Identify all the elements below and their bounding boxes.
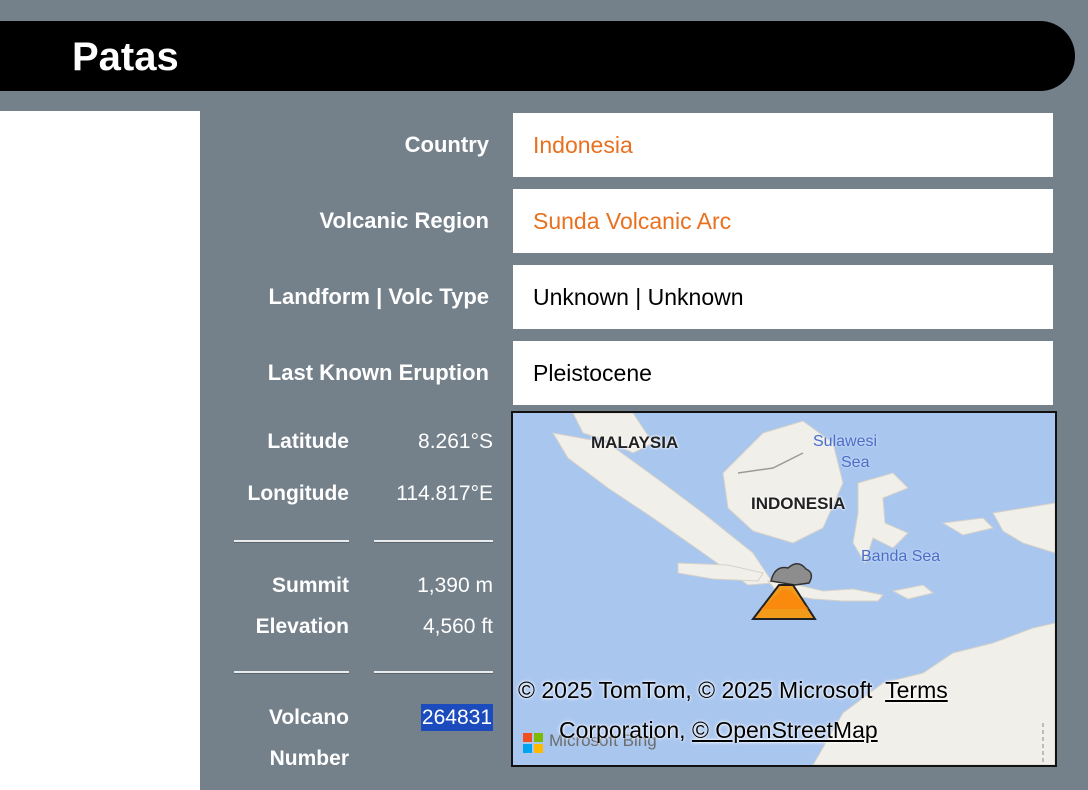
terms-link[interactable]: Terms bbox=[885, 677, 948, 703]
microsoft-logo-icon bbox=[523, 733, 543, 753]
volcano-label: Volcano bbox=[268, 706, 349, 729]
map-label-sulawesi-sea-2: Sea bbox=[841, 454, 870, 471]
map-credit-text: © 2025 TomTom, © 2025 Microsoft bbox=[518, 677, 873, 703]
landform-label: Landform | Volc Type bbox=[268, 284, 489, 309]
divider bbox=[234, 671, 349, 673]
volcano-number-value[interactable]: 264831 bbox=[363, 704, 493, 731]
page-title: Patas bbox=[72, 35, 179, 79]
openstreetmap-link[interactable]: © OpenStreetMap bbox=[692, 717, 878, 743]
title-bar: Patas bbox=[0, 21, 1075, 91]
map-label-sulawesi-sea: Sulawesi bbox=[813, 433, 878, 450]
map-label-malaysia: MALAYSIA bbox=[591, 433, 679, 452]
divider bbox=[374, 671, 493, 673]
country-label: Country bbox=[404, 132, 489, 157]
map-label-banda-sea: Banda Sea bbox=[861, 548, 941, 565]
elevation-label: Elevation bbox=[255, 615, 349, 638]
volcanic-region-label: Volcanic Region bbox=[319, 208, 489, 233]
longitude-label: Longitude bbox=[247, 482, 349, 505]
divider bbox=[234, 540, 349, 542]
latitude-label: Latitude bbox=[267, 430, 349, 453]
map-label-indonesia: INDONESIA bbox=[751, 494, 846, 513]
divider bbox=[374, 540, 493, 542]
country-value-link[interactable]: Indonesia bbox=[513, 113, 1053, 177]
landform-value: Unknown | Unknown bbox=[513, 265, 1053, 329]
volcano-location-map[interactable]: MALAYSIA INDONESIA Sulawesi Sea Banda Se… bbox=[511, 411, 1057, 767]
elevation-meters: 1,390 m bbox=[417, 574, 493, 597]
number-label: Number bbox=[269, 747, 349, 770]
last-eruption-value: Pleistocene bbox=[513, 341, 1053, 405]
volcano-number-selected-text[interactable]: 264831 bbox=[420, 704, 493, 731]
latitude-value: 8.261°S bbox=[418, 430, 493, 453]
left-panel bbox=[0, 111, 200, 790]
volcanic-region-value-link[interactable]: Sunda Volcanic Arc bbox=[513, 189, 1053, 253]
longitude-value: 114.817°E bbox=[396, 482, 493, 505]
summit-label: Summit bbox=[271, 574, 349, 597]
map-credit-corporation: Corporation, bbox=[559, 717, 686, 743]
elevation-feet: 4,560 ft bbox=[422, 615, 493, 638]
last-eruption-label: Last Known Eruption bbox=[267, 360, 489, 385]
map-graphic bbox=[552, 413, 1055, 765]
map-credit-line2: Corporation, © OpenStreetMap bbox=[559, 717, 878, 744]
map-credit-line1: © 2025 TomTom, © 2025 Microsoft Terms bbox=[518, 677, 948, 704]
